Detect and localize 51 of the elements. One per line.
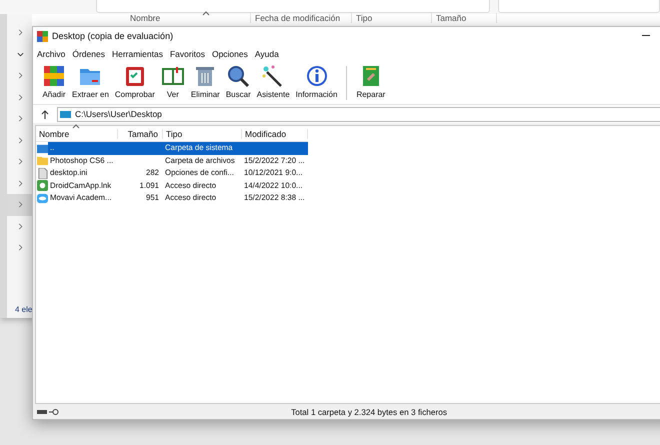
chevron-icon	[17, 201, 24, 208]
magnifier-icon	[226, 64, 250, 88]
chevron-icon	[17, 115, 24, 122]
column-header[interactable]: Modificado	[242, 128, 308, 138]
toolbar-button[interactable]: Buscar	[222, 64, 254, 99]
window-title: Desktop (copia de evaluación)	[52, 31, 174, 41]
column-header[interactable]: Fecha de modificación	[251, 13, 352, 23]
address-field[interactable]	[96, 0, 490, 13]
toolbar-button[interactable]: Añadir	[39, 64, 69, 99]
menu-item[interactable]: Archivo	[37, 48, 66, 58]
status-text: 4 ele	[14, 305, 32, 316]
menu-item[interactable]: Favoritos	[170, 48, 205, 58]
sort-caret-icon	[202, 11, 210, 16]
menu-item[interactable]: Ayuda	[254, 48, 279, 58]
chevron-icon	[17, 94, 24, 101]
chevron-icon	[17, 136, 24, 144]
toolbar-button[interactable]: Comprobar	[112, 64, 158, 99]
chevron-icon	[17, 29, 24, 36]
column-header[interactable]: Nombre	[36, 128, 118, 138]
column-header[interactable]: Tipo	[352, 13, 432, 23]
menu-item[interactable]: Opciones	[212, 48, 248, 58]
search-field[interactable]	[498, 0, 660, 13]
column-header[interactable]: Nombre	[126, 13, 251, 23]
chevron-icon	[17, 244, 24, 252]
column-header[interactable]: Tamaño	[432, 13, 497, 23]
menu-item[interactable]: Órdenes	[72, 48, 105, 58]
books-icon	[42, 64, 66, 88]
path-field[interactable]: C:\Users\User\Desktop	[57, 106, 660, 122]
toolbar-button[interactable]: Reparar	[353, 64, 388, 99]
minimize-icon[interactable]	[642, 35, 650, 37]
toolbar-button[interactable]: Extraer en	[69, 64, 112, 99]
menu-item[interactable]: Herramientas	[112, 48, 163, 58]
chevron-icon	[17, 72, 24, 80]
status-text: Total 1 carpeta y 2.324 bytes en 3 ficheros	[291, 406, 447, 416]
sort-caret-icon	[72, 124, 80, 129]
toolbar-button[interactable]: Ver	[158, 64, 188, 99]
up-arrow-icon[interactable]	[41, 110, 49, 118]
nav-item[interactable]	[7, 194, 32, 216]
chevron-icon	[17, 158, 24, 166]
drive-icon	[37, 408, 47, 414]
key-icon	[49, 408, 59, 414]
toolbar-button[interactable]: Asistente	[254, 64, 293, 99]
toolbar-button[interactable]: Eliminar	[188, 64, 223, 99]
app-icon	[37, 30, 48, 42]
column-header[interactable]: Tipo	[163, 128, 242, 138]
chevron-icon	[17, 180, 24, 187]
chevron-icon	[17, 222, 24, 230]
toolbar-button[interactable]: Información	[292, 64, 340, 99]
chevron-icon	[17, 50, 24, 58]
column-header[interactable]: Tamaño	[118, 128, 163, 138]
file-icon	[37, 168, 48, 179]
